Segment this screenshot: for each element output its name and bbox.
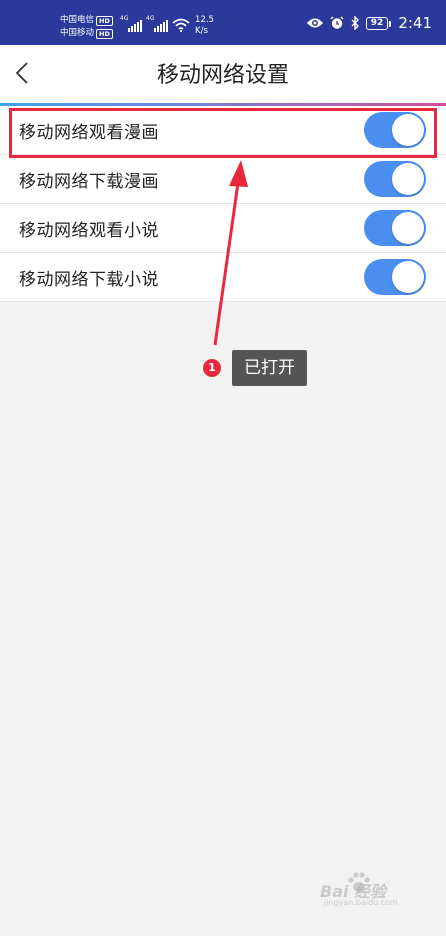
battery-icon: 92	[365, 16, 391, 30]
carrier-name: 中国电信	[60, 15, 95, 25]
speed-value: 12.5	[195, 15, 214, 25]
signal-icon: 4G	[146, 16, 168, 32]
hd-badge: HD	[96, 28, 113, 39]
clock: 2:41	[398, 14, 432, 32]
toggle-knob	[392, 163, 424, 195]
setting-label: 移动网络观看漫画	[19, 122, 159, 143]
settings-list: 移动网络观看漫画 移动网络下载漫画 移动网络观看小说 移动网络下载小说	[0, 106, 446, 302]
carrier-line-1: 中国电信 HD	[60, 14, 120, 27]
bluetooth-icon	[351, 16, 359, 30]
carrier-name: 中国移动	[60, 28, 95, 38]
setting-row-watch-comics: 移动网络观看漫画	[0, 106, 446, 155]
hd-badge: HD	[96, 15, 113, 26]
alarm-icon	[330, 16, 344, 29]
status-right: 92 2:41	[306, 13, 432, 33]
eye-icon	[306, 18, 323, 28]
toggle-knob	[392, 212, 424, 244]
watch-comics-toggle[interactable]	[364, 112, 426, 148]
carrier-info: 中国电信 HD 中国移动 HD	[60, 14, 120, 40]
toggle-knob	[392, 114, 424, 146]
watermark-url: jingyan.baidu.com	[324, 898, 398, 907]
signal-icon: 4G	[120, 16, 142, 32]
network-speed: 12.5 K/s	[195, 15, 214, 37]
toggle-knob	[392, 261, 424, 293]
setting-row-download-novels: 移动网络下载小说	[0, 253, 446, 302]
wifi-icon	[172, 18, 190, 32]
download-comics-toggle[interactable]	[364, 161, 426, 197]
watch-novels-toggle[interactable]	[364, 210, 426, 246]
watermark: Bai 经验 jingyan.baidu.com	[320, 870, 420, 910]
status-bar: 中国电信 HD 中国移动 HD 4G 4G 12.5 K/s 92 2:41	[0, 0, 446, 45]
setting-row-download-comics: 移动网络下载漫画	[0, 155, 446, 204]
setting-label: 移动网络观看小说	[19, 220, 159, 241]
setting-label: 移动网络下载小说	[19, 269, 159, 290]
download-novels-toggle[interactable]	[364, 259, 426, 295]
setting-label: 移动网络下载漫画	[19, 171, 159, 192]
page-title: 移动网络设置	[156, 63, 289, 88]
speed-unit: K/s	[195, 26, 208, 36]
signal-group: 4G 4G	[120, 16, 168, 32]
carrier-line-2: 中国移动 HD	[60, 27, 120, 40]
annotation-tooltip: 已打开	[232, 350, 307, 386]
step-number-badge: 1	[203, 359, 221, 377]
setting-row-watch-novels: 移动网络观看小说	[0, 204, 446, 253]
title-bar: 移动网络设置	[0, 45, 446, 104]
screen: 中国电信 HD 中国移动 HD 4G 4G 12.5 K/s 92 2:41 移…	[0, 0, 446, 936]
